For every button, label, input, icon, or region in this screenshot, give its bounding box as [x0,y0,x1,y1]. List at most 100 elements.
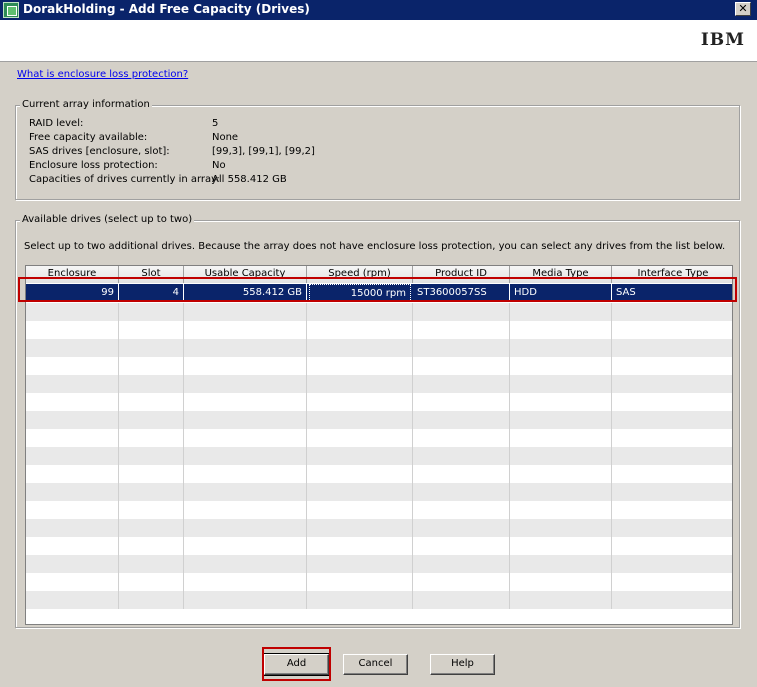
ibm-logo: IBM [700,30,745,50]
column-divider [183,447,184,465]
col-speed[interactable]: Speed (rpm) [307,266,413,283]
column-divider [118,573,119,591]
column-divider [509,321,510,339]
column-divider [509,501,510,519]
column-divider [412,465,413,483]
empty-table-row [26,429,732,447]
column-divider [306,411,307,429]
column-divider [509,339,510,357]
column-divider [412,429,413,447]
column-divider [118,591,119,609]
column-divider [509,447,510,465]
column-divider [412,357,413,375]
help-button[interactable]: Help [430,654,495,675]
column-divider [611,339,612,357]
column-divider [306,591,307,609]
column-divider [118,357,119,375]
column-divider [412,573,413,591]
column-divider [412,591,413,609]
header-band: IBM [0,20,757,62]
table-row[interactable]: 99 4 558.412 GB 15000 rpm ST3600057SS HD… [26,284,732,302]
col-usable-capacity[interactable]: Usable Capacity [184,266,307,283]
column-divider [306,357,307,375]
column-divider [118,411,119,429]
column-divider [118,501,119,519]
enclosure-loss-help-link[interactable]: What is enclosure loss protection? [17,69,188,80]
column-divider [412,555,413,573]
empty-table-row [26,519,732,537]
column-divider [412,537,413,555]
column-divider [509,303,510,321]
column-divider [118,375,119,393]
column-divider [183,429,184,447]
empty-table-row [26,465,732,483]
drives-table[interactable]: Enclosure Slot Usable Capacity Speed (rp… [25,265,733,625]
column-divider [611,429,612,447]
column-divider [509,573,510,591]
cell-speed: 15000 rpm [309,284,411,302]
window-title: DorakHolding - Add Free Capacity (Drives… [23,2,310,16]
column-divider [509,465,510,483]
column-divider [183,375,184,393]
column-divider [183,393,184,411]
column-divider [306,537,307,555]
column-divider [183,591,184,609]
col-media-type[interactable]: Media Type [510,266,612,283]
column-divider [306,375,307,393]
title-bar: DorakHolding - Add Free Capacity (Drives… [0,0,757,20]
column-divider [412,321,413,339]
add-button[interactable]: Add [263,653,330,676]
available-drives-legend: Available drives (select up to two) [20,214,195,225]
close-button[interactable]: ✕ [735,2,751,16]
empty-table-row [26,411,732,429]
cell-capacity: 558.412 GB [184,284,307,302]
empty-table-row [26,375,732,393]
col-interface-type[interactable]: Interface Type [612,266,732,283]
column-divider [306,519,307,537]
column-divider [509,375,510,393]
column-divider [412,447,413,465]
empty-table-row [26,573,732,591]
col-enclosure[interactable]: Enclosure [26,266,119,283]
col-slot[interactable]: Slot [119,266,184,283]
column-divider [306,573,307,591]
info-label: SAS drives [enclosure, slot]: [29,146,170,157]
column-divider [509,357,510,375]
column-divider [611,483,612,501]
empty-table-row [26,393,732,411]
column-divider [183,465,184,483]
column-divider [118,321,119,339]
empty-table-row [26,555,732,573]
column-divider [611,537,612,555]
info-value: All 558.412 GB [212,174,287,185]
empty-table-row [26,447,732,465]
available-drives-group: Available drives (select up to two) Sele… [15,214,740,628]
column-divider [118,339,119,357]
column-divider [611,321,612,339]
column-divider [183,321,184,339]
cell-enclosure: 99 [26,284,119,302]
column-divider [118,537,119,555]
info-label: Free capacity available: [29,132,148,143]
col-product-id[interactable]: Product ID [413,266,510,283]
column-divider [183,537,184,555]
empty-table-row [26,501,732,519]
empty-table-row [26,321,732,339]
column-divider [611,591,612,609]
empty-table-row [26,537,732,555]
info-value: [99,3], [99,1], [99,2] [212,146,315,157]
cancel-button[interactable]: Cancel [343,654,408,675]
column-divider [611,357,612,375]
cell-interface-type: SAS [616,287,636,298]
column-divider [306,465,307,483]
column-divider [306,303,307,321]
column-divider [183,519,184,537]
column-divider [118,519,119,537]
cell-media-type: HDD [510,284,612,302]
column-divider [611,411,612,429]
column-divider [509,537,510,555]
empty-table-row [26,339,732,357]
column-divider [118,555,119,573]
app-icon [3,2,19,18]
column-divider [118,447,119,465]
